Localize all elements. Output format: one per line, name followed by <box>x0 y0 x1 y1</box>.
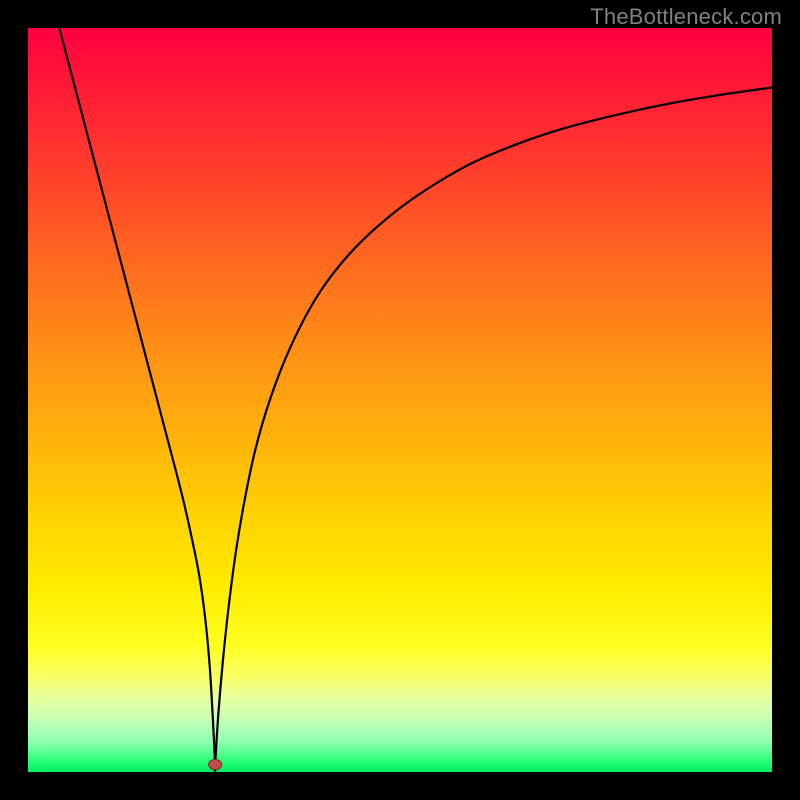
chart-frame: TheBottleneck.com <box>0 0 800 800</box>
min-marker-dot <box>209 760 222 770</box>
plot-gradient-area <box>28 28 772 772</box>
curve-path <box>59 28 772 772</box>
attribution-text: TheBottleneck.com <box>590 4 782 30</box>
bottleneck-curve <box>28 28 772 772</box>
